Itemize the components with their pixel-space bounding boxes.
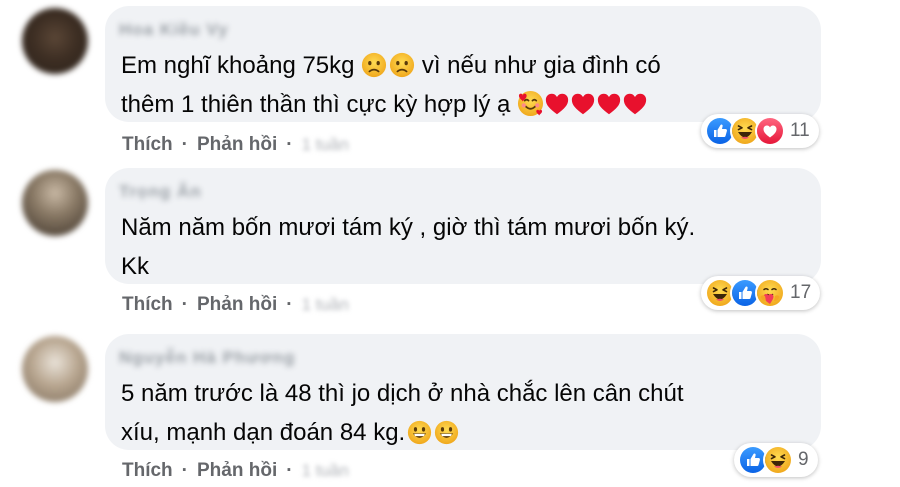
comment-author[interactable]: Hoa Kiều Vy bbox=[119, 20, 229, 39]
comment-actions: Thích · Phản hồi · 1 tuần bbox=[122, 294, 349, 316]
separator: · bbox=[181, 460, 188, 481]
red-heart-icon bbox=[596, 91, 622, 117]
reaction-count: 9 bbox=[798, 449, 809, 470]
comment-bubble: Nguyễn Hà Phương 5 năm trước là 48 thì j… bbox=[105, 334, 821, 450]
reaction-summary[interactable]: 9 bbox=[734, 443, 818, 477]
comment-text-line: thêm 1 thiên thần thì cực kỳ hợp lý ạ bbox=[121, 91, 511, 118]
separator: · bbox=[181, 134, 188, 155]
comment-actions: Thích · Phản hồi · 1 tuần bbox=[122, 460, 349, 482]
comment-text-line: xíu, mạnh dạn đoán 84 kg. bbox=[121, 419, 406, 446]
comment-text: Em nghĩ khoảng 75kg vì nếu như gia đình … bbox=[121, 46, 661, 124]
avatar[interactable] bbox=[22, 8, 88, 74]
comment-timestamp[interactable]: 1 tuần bbox=[302, 295, 349, 315]
comment-author[interactable]: Nguyễn Hà Phương bbox=[119, 348, 295, 367]
separator: · bbox=[286, 134, 293, 155]
comment-text-line: Năm năm bốn mươi tám ký , giờ thì tám mư… bbox=[121, 214, 696, 241]
worried-face-icon bbox=[361, 52, 387, 78]
worried-face-icon bbox=[389, 52, 415, 78]
separator: · bbox=[181, 294, 188, 315]
comment-text: 5 năm trước là 48 thì jo dịch ở nhà chắc… bbox=[121, 374, 684, 452]
comment-bubble: Hoa Kiều Vy Em nghĩ khoảng 75kg vì nếu n… bbox=[105, 6, 821, 122]
comment-text-line: Em nghĩ khoảng 75kg bbox=[121, 52, 355, 79]
comment-text-line: vì nếu như gia đình có bbox=[421, 52, 661, 79]
comment-timestamp[interactable]: 1 tuần bbox=[302, 461, 349, 481]
avatar[interactable] bbox=[22, 170, 88, 236]
comment-text: Năm năm bốn mươi tám ký , giờ thì tám mư… bbox=[121, 208, 695, 286]
reply-link[interactable]: Phản hồi bbox=[197, 460, 277, 482]
reaction-count: 11 bbox=[790, 120, 810, 141]
grinning-face-icon bbox=[434, 420, 459, 445]
separator: · bbox=[286, 294, 293, 315]
comment-bubble: Trọng Ân Năm năm bốn mươi tám ký , giờ t… bbox=[105, 168, 821, 284]
red-heart-icon bbox=[622, 91, 648, 117]
like-link[interactable]: Thích bbox=[122, 460, 173, 482]
comment-text-line: Kk bbox=[121, 253, 150, 280]
reaction-summary[interactable]: 17 bbox=[701, 276, 821, 310]
reply-link[interactable]: Phản hồi bbox=[197, 294, 277, 316]
reaction-summary[interactable]: 11 bbox=[701, 114, 819, 148]
smiling-face-with-hearts-icon bbox=[517, 90, 544, 117]
like-link[interactable]: Thích bbox=[122, 134, 173, 156]
reply-link[interactable]: Phản hồi bbox=[197, 134, 277, 156]
reaction-count: 17 bbox=[790, 282, 812, 303]
like-link[interactable]: Thích bbox=[122, 294, 173, 316]
haha-reaction-icon bbox=[763, 445, 793, 475]
comment-timestamp[interactable]: 1 tuần bbox=[302, 135, 349, 155]
red-heart-icon bbox=[570, 91, 596, 117]
grinning-face-icon bbox=[407, 420, 432, 445]
comment-actions: Thích · Phản hồi · 1 tuần bbox=[122, 134, 349, 156]
care-reaction-icon bbox=[755, 278, 785, 308]
separator: · bbox=[286, 460, 293, 481]
comment-author[interactable]: Trọng Ân bbox=[119, 182, 202, 201]
comment-text-line: 5 năm trước là 48 thì jo dịch ở nhà chắc… bbox=[121, 380, 684, 407]
red-heart-icon bbox=[544, 91, 570, 117]
love-reaction-icon bbox=[755, 116, 785, 146]
avatar[interactable] bbox=[22, 336, 88, 402]
